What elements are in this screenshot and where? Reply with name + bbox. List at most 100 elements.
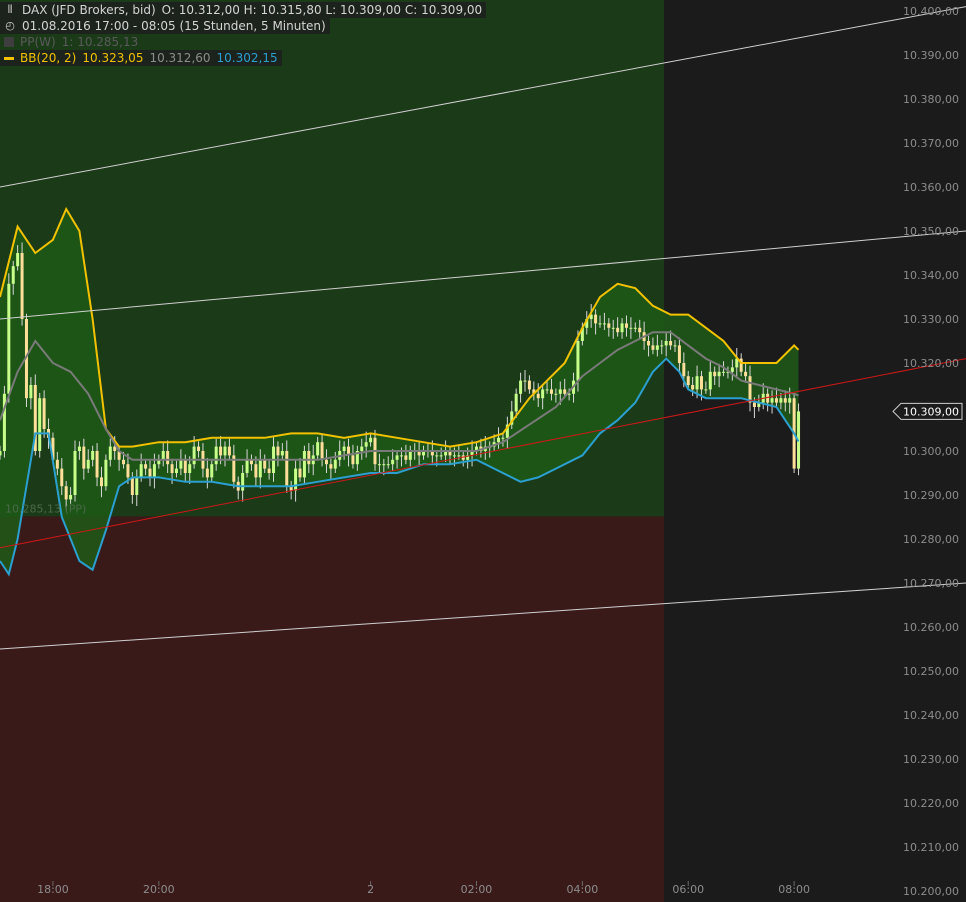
candle-body — [258, 459, 262, 478]
candle-body — [395, 455, 399, 460]
candle-body — [439, 455, 443, 457]
candle-body — [770, 398, 774, 403]
candle-body — [223, 446, 227, 456]
candle-body — [99, 477, 103, 487]
last-price-marker: 10.309,00 — [892, 402, 963, 420]
candle-body — [629, 327, 633, 329]
candle-body — [38, 398, 42, 451]
candle-body — [660, 345, 664, 347]
candle-body — [122, 459, 126, 465]
price-axis[interactable]: 10.200,00 10.210,00 10.220,00 10.230,00 10.2… — [903, 5, 959, 898]
candle-body — [699, 376, 703, 390]
ohlc-values: O: 10.312,00 H: 10.315,80 L: 10.309,00 C… — [161, 3, 483, 17]
candle-body — [779, 398, 783, 403]
candle-body — [523, 380, 527, 382]
y-tick-label: 10.220,00 — [903, 797, 959, 810]
candle-body — [307, 451, 311, 465]
legend-title-row: ⫴ DAX (JFD Brokers, bid) O: 10.312,00 H:… — [0, 2, 487, 18]
candle-body — [594, 314, 598, 324]
candle-body — [245, 459, 249, 473]
y-tick-label: 10.230,00 — [903, 753, 959, 766]
candle-body — [638, 327, 642, 333]
candle-body — [364, 442, 368, 447]
candle-body — [16, 253, 20, 267]
candle-body — [302, 451, 306, 478]
y-tick-label: 10.350,00 — [903, 225, 959, 238]
y-tick-label: 10.260,00 — [903, 621, 959, 634]
candle-body — [404, 455, 408, 460]
bb-mid-value: 10.312,60 — [149, 51, 211, 65]
candle-body — [408, 451, 412, 460]
y-tick-label: 10.290,00 — [903, 489, 959, 502]
candle-body — [86, 459, 90, 469]
y-tick-label: 10.390,00 — [903, 49, 959, 62]
candle-body — [369, 437, 373, 443]
clock-icon: ◴ — [5, 19, 15, 32]
legend-bb-row[interactable]: BB(20, 2) 10.323,05 10.312,60 10.302,15 — [0, 50, 282, 66]
candle-body — [11, 266, 15, 284]
y-tick-label: 10.250,00 — [903, 665, 959, 678]
candle-body — [774, 398, 778, 403]
candle-body — [144, 464, 148, 469]
candle-body — [682, 363, 686, 377]
candle-body — [192, 446, 196, 465]
candle-body — [188, 464, 192, 473]
y-tick-label: 10.210,00 — [903, 841, 959, 854]
candle-body — [549, 389, 553, 394]
candle-body — [602, 323, 606, 325]
candle-body — [624, 323, 628, 328]
period-text: 01.08.2016 17:00 - 08:05 (15 Stunden, 5 … — [22, 19, 326, 33]
candle-body — [333, 459, 337, 469]
candle-body — [104, 459, 108, 487]
candle-body — [620, 323, 624, 333]
candle-body — [655, 345, 659, 350]
candle-body — [783, 398, 787, 403]
candle-body — [276, 446, 280, 456]
y-tick-label: 10.280,00 — [903, 533, 959, 546]
zone-below-pivot — [0, 516, 664, 902]
price-chart[interactable]: 10.285,13 (PP) 10.200,00 10.210,00 10.220,… — [0, 0, 966, 902]
candle-body — [170, 464, 174, 473]
candle-body — [214, 446, 218, 465]
candle-body — [95, 451, 99, 478]
candle-body — [563, 389, 567, 394]
candlestick-icon: ⫴ — [7, 3, 13, 16]
candle-body — [686, 376, 690, 385]
instrument-title: DAX (JFD Brokers, bid) — [22, 3, 156, 17]
candle-body — [744, 371, 748, 377]
candle-body — [457, 455, 461, 457]
candle-body — [377, 464, 381, 466]
candle-body — [183, 459, 187, 473]
candle-body — [227, 446, 231, 456]
candle-body — [241, 473, 245, 491]
pivot-point-label: 10.285,13 (PP) — [5, 502, 86, 515]
bb-swatch — [4, 56, 14, 60]
x-tick-label: 06:00 — [672, 883, 704, 896]
candle-body — [435, 455, 439, 457]
candle-body — [607, 323, 611, 328]
candle-body — [210, 464, 214, 478]
candle-body — [695, 376, 699, 390]
candle-body — [174, 468, 178, 473]
candle-body — [298, 468, 302, 478]
candle-body — [519, 380, 523, 394]
candle-body — [545, 389, 549, 391]
candle-body — [452, 455, 456, 457]
candle-body — [329, 464, 333, 469]
candle-body — [60, 468, 64, 487]
candle-body — [285, 451, 289, 487]
x-tick-label: 08:00 — [778, 883, 810, 896]
candle-body — [713, 371, 717, 377]
candle-body — [342, 446, 346, 451]
candle-body — [316, 442, 320, 456]
candle-body — [108, 446, 112, 460]
x-tick-label: 18:00 — [37, 883, 69, 896]
y-tick-label: 10.360,00 — [903, 181, 959, 194]
bb-label: BB(20, 2) — [20, 51, 77, 65]
candle-body — [64, 486, 68, 500]
candle-body — [197, 446, 201, 451]
candle-body — [717, 371, 721, 377]
legend-pp-row[interactable]: PP(W) 1: 10.285,13 — [0, 34, 486, 50]
candle-body — [497, 437, 501, 443]
last-price-value: 10.309,00 — [903, 405, 959, 418]
